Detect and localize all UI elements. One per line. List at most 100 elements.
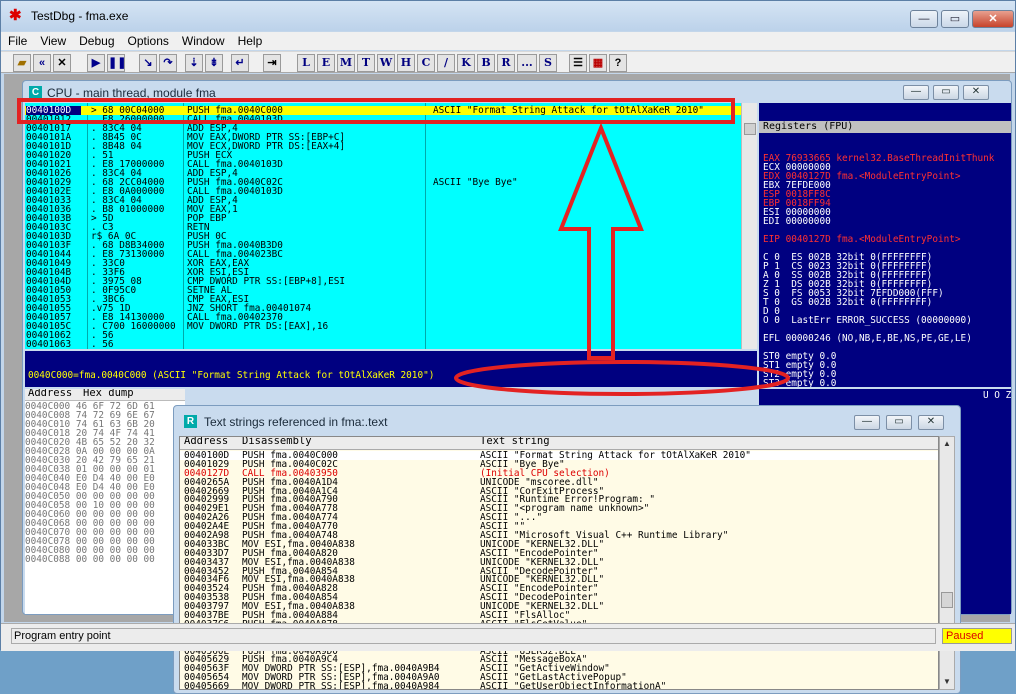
toolbar-m-button[interactable]: M <box>337 54 355 72</box>
cpu-maximize-button[interactable]: ▭ <box>933 85 959 100</box>
text-string-addr: 00405629 <box>184 654 230 666</box>
fpu-flags-tail: U O Z <box>983 390 1012 401</box>
menu-help[interactable]: Help <box>231 32 269 48</box>
ts-minimize-button[interactable]: — <box>854 415 880 430</box>
disasm-hex: . 56 <box>91 339 114 349</box>
run-icon[interactable]: ▶ <box>87 54 105 72</box>
menu-options[interactable]: Options <box>121 32 175 48</box>
disasm-row[interactable]: 0040101D. 8B48 04 MOV ECX,DWORD PTR DS:[E… <box>25 142 741 151</box>
register-line[interactable]: ST3 empty 0.0 <box>763 379 1007 387</box>
toolbar-c-button[interactable]: C <box>417 54 435 72</box>
text-strings-header: Address Disassembly Text string <box>180 437 938 450</box>
mdi-client-area: C CPU - main thread, module fma — ▭ ✕ 00… <box>4 74 1012 694</box>
menu-debug[interactable]: Debug <box>72 32 120 48</box>
hex-address-header[interactable]: Address <box>28 389 72 398</box>
disasm-row[interactable]: 00401044. E8 73130000 CALL fma.004023BC <box>25 250 741 259</box>
toolbar-r-button[interactable]: R <box>497 54 515 72</box>
menu-view[interactable]: View <box>33 32 72 48</box>
disasm-row[interactable]: 00401049. 33C0 XOR EAX,EAX <box>25 259 741 268</box>
toolbar-dots-button[interactable]: ... <box>517 54 537 72</box>
text-strings-icon: R <box>184 415 197 428</box>
text-string-addr: 00405654 <box>184 672 230 684</box>
close-button[interactable]: ✕ <box>972 10 1014 28</box>
hex-row[interactable]: 0040C088 00 00 00 00 00 <box>25 555 155 564</box>
register-line[interactable]: EFL 00000246 (NO,NB,E,BE,NS,PE,GE,LE) <box>763 334 1007 343</box>
trace-into-icon[interactable]: ⇣ <box>185 54 203 72</box>
disasm-row[interactable]: 00401050. 0F95C0 SETNE AL <box>25 286 741 295</box>
text-string-row[interactable]: 0040563F MOV DWORD PTR SS:[ESP],fma.0040A… <box>180 663 938 675</box>
disasm-asm: POP EBP <box>187 213 227 224</box>
text-string-row[interactable]: 00405629 PUSH fma.0040A9C4 ASCII "MessageB… <box>180 654 938 666</box>
trace-over-icon[interactable]: ⇟ <box>205 54 223 72</box>
text-string-row[interactable]: 00405669 MOV DWORD PTR SS:[ESP],fma.0040A… <box>180 681 938 690</box>
bug-icon: ✱ <box>9 7 22 24</box>
status-bar: Program entry point Paused <box>1 623 1015 651</box>
restart-icon[interactable]: « <box>33 54 51 72</box>
text-string-text: ASCII "GetActiveWindow" <box>480 663 610 675</box>
hex-dump-column-header[interactable]: Hex dump <box>83 389 134 398</box>
close-file-icon[interactable]: ✕ <box>53 54 71 72</box>
text-string-addr: 00405669 <box>184 681 230 690</box>
toolbar-k-button[interactable]: K <box>457 54 475 72</box>
cpu-minimize-button[interactable]: — <box>903 85 929 100</box>
registers-pane[interactable]: Registers (FPU) EAX 76933665 kernel32.Ba… <box>759 103 1011 387</box>
disassembly-scrollbar[interactable] <box>741 103 757 349</box>
text-string-disasm: MOV DWORD PTR SS:[ESP],fma.0040A9B4 <box>242 663 440 675</box>
disasm-row[interactable]: 00401053. 3BC6 CMP EAX,ESI <box>25 295 741 304</box>
disasm-row[interactable]: 00401036. B8 01000000 MOV EAX,1 <box>25 205 741 214</box>
ts-close-button[interactable]: ✕ <box>918 415 944 430</box>
register-line[interactable]: EDI 00000000 <box>763 217 1007 226</box>
window-title: TestDbg - fma.exe <box>31 9 129 23</box>
ts-address-header[interactable]: Address <box>184 437 228 446</box>
text-string-disasm: MOV DWORD PTR SS:[ESP],fma.0040A9A0 <box>242 672 440 684</box>
cpu-close-button[interactable]: ✕ <box>963 85 989 100</box>
help-icon[interactable]: ? <box>609 54 627 72</box>
disasm-row[interactable]: 00401062. 56 <box>25 331 741 340</box>
toolbar-b-button[interactable]: B <box>477 54 495 72</box>
disasm-row[interactable]: 0040103B > 5D POP EBP <box>25 214 741 223</box>
ts-text-string-header[interactable]: Text string <box>480 437 550 446</box>
text-strings-scrollbar[interactable]: ▲ ▼ <box>939 436 955 690</box>
disasm-row[interactable]: 00401063 . 56 <box>25 340 741 349</box>
disasm-row[interactable]: 0040105C. C700 16000000 MOV DWORD PTR DS:… <box>25 322 741 331</box>
status-text: Program entry point <box>11 628 936 644</box>
cpu-window-title: CPU - main thread, module fma <box>47 86 216 100</box>
toolbar-h-button[interactable]: H <box>397 54 415 72</box>
register-line[interactable]: O 0 LastErr ERROR_SUCCESS (00000000) <box>763 316 1007 325</box>
text-strings-title: Text strings referenced in fma:.text <box>204 415 388 429</box>
scroll-thumb[interactable] <box>941 592 953 608</box>
toolbar-s-button[interactable]: S <box>539 54 557 72</box>
toolbar-l-button[interactable]: L <box>297 54 315 72</box>
text-strings-list[interactable]: Address Disassembly Text string 0040100D… <box>179 436 939 690</box>
disasm-comment: ASCII "Bye Bye" <box>433 177 518 188</box>
toolbar-slash-button[interactable]: / <box>437 54 455 72</box>
execute-till-return-icon[interactable]: ↵ <box>231 54 249 72</box>
text-string-addr: 0040563F <box>184 663 230 675</box>
scroll-up-icon[interactable]: ▲ <box>941 439 953 449</box>
register-line[interactable]: EIP 0040127D fma.<ModuleEntryPoint> <box>763 235 1007 244</box>
disassembly-pane[interactable]: 0040100D > 68 00C04000 PUSH fma.0040C000 AS… <box>25 103 741 349</box>
step-over-icon[interactable]: ↷ <box>159 54 177 72</box>
ts-maximize-button[interactable]: ▭ <box>886 415 912 430</box>
grid-icon[interactable]: ▦ <box>589 54 607 72</box>
scroll-down-icon[interactable]: ▼ <box>941 677 953 687</box>
minimize-button[interactable]: — <box>910 10 938 28</box>
pause-icon[interactable]: ❚❚ <box>107 54 126 72</box>
toolbar-e-button[interactable]: E <box>317 54 335 72</box>
ts-disassembly-header[interactable]: Disassembly <box>242 437 312 446</box>
menu-window[interactable]: Window <box>175 32 231 48</box>
menu-file[interactable]: File <box>1 32 33 48</box>
toolbar-t-button[interactable]: T <box>357 54 375 72</box>
hex-dump-pane[interactable]: Address Hex dump 0040C000 46 6F 72 6D 61… <box>25 389 185 614</box>
text-string-row[interactable]: 00405654 MOV DWORD PTR SS:[ESP],fma.0040A… <box>180 672 938 684</box>
open-icon[interactable]: ▰ <box>13 54 31 72</box>
list-icon[interactable]: ☰ <box>569 54 587 72</box>
title-bar: ✱ TestDbg - fma.exe — ▭ ✕ <box>1 1 1015 31</box>
toolbar-w-button[interactable]: W <box>377 54 395 72</box>
step-into-icon[interactable]: ↘ <box>139 54 157 72</box>
go-to-icon[interactable]: ⇥ <box>263 54 281 72</box>
text-strings-caption: R Text strings referenced in fma:.text —… <box>174 406 960 436</box>
maximize-button[interactable]: ▭ <box>941 10 969 28</box>
register-line[interactable]: T 0 GS 002B 32bit 0(FFFFFFFF) <box>763 298 1007 307</box>
info-line: 0040C000=fma.0040C000 (ASCII "Format Str… <box>28 370 435 381</box>
